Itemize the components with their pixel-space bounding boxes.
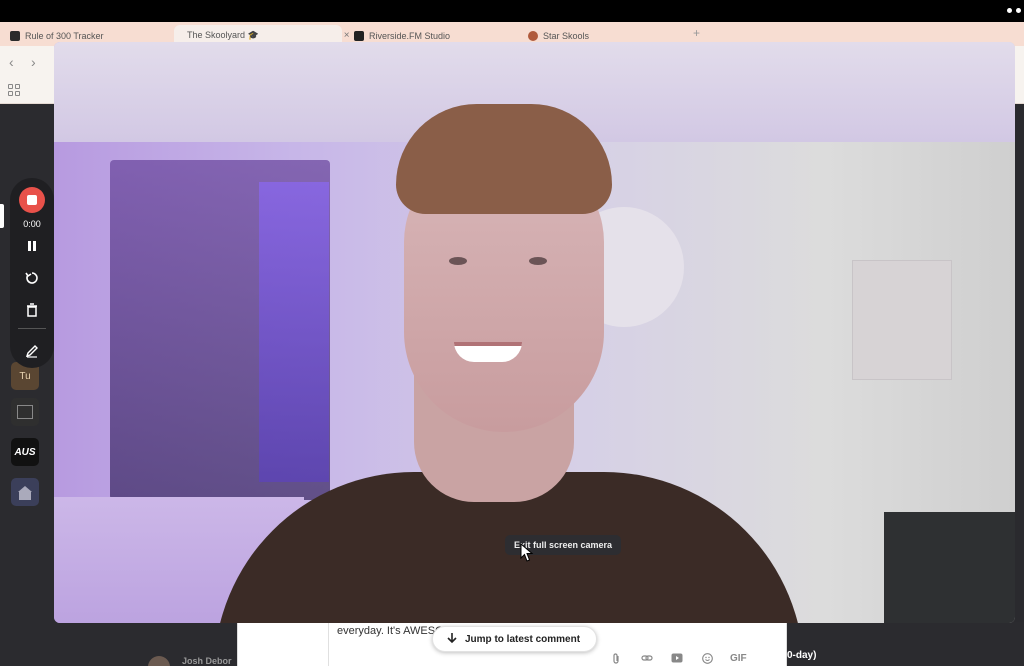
jump-to-latest-comment-button[interactable]: Jump to latest comment: [432, 626, 598, 652]
person-smile: [454, 342, 522, 362]
star-skools-favicon-icon: [528, 30, 538, 41]
restart-icon[interactable]: [24, 270, 40, 286]
recording-timer: 0:00: [23, 219, 41, 229]
comment-input[interactable]: everyday. It's AWESO: [337, 625, 444, 637]
gif-button[interactable]: GIF: [730, 653, 747, 664]
attach-icon[interactable]: [611, 653, 621, 666]
apps-grid-icon[interactable]: [8, 84, 20, 96]
back-icon[interactable]: ‹: [9, 54, 14, 70]
arrow-down-icon: [447, 632, 457, 647]
active-indicator: [0, 204, 4, 228]
person-hair: [396, 104, 612, 214]
new-tab-icon[interactable]: +: [693, 26, 700, 40]
tab-label: Riverside.FM Studio: [369, 30, 451, 41]
recording-toolbar: 0:00: [10, 178, 54, 368]
status-dot: [1016, 8, 1021, 13]
composer-divider: [328, 623, 329, 666]
status-dot: [1007, 8, 1012, 13]
system-top-bar: [0, 0, 1024, 22]
comment-author-name[interactable]: Josh Debor: [182, 656, 232, 666]
rule-of-300-favicon-icon: [10, 30, 20, 41]
mouse-cursor-icon: [520, 542, 534, 568]
person-eye: [449, 257, 467, 265]
tab-label: Star Skools: [543, 30, 590, 41]
home-app-icon[interactable]: [11, 478, 39, 506]
jump-button-label: Jump to latest comment: [465, 633, 581, 645]
screen: Rule of 300 Tracker The Skoolyard 🎓 × Ri…: [0, 0, 1024, 666]
emoji-icon[interactable]: [702, 653, 713, 666]
video-icon[interactable]: [671, 653, 683, 666]
calendar-app-icon[interactable]: [11, 398, 39, 426]
video-wall-frame: [852, 260, 952, 380]
pause-icon[interactable]: [24, 238, 40, 254]
delete-icon[interactable]: [24, 302, 40, 318]
stop-recording-button[interactable]: [19, 187, 45, 213]
toolbar-divider: [18, 328, 46, 329]
link-icon[interactable]: [641, 653, 653, 666]
aus-app-icon[interactable]: AUS: [11, 438, 39, 466]
draw-icon[interactable]: [24, 343, 40, 359]
video-light: [259, 182, 329, 482]
tab-label: Rule of 300 Tracker: [25, 30, 104, 41]
post-title-fragment: 0-day): [787, 650, 817, 661]
tab-label: The Skoolyard 🎓: [187, 30, 259, 40]
riverside-favicon-icon: [354, 30, 364, 41]
forward-icon[interactable]: ›: [31, 54, 36, 70]
video-monitor: [884, 512, 1015, 623]
person-eye: [529, 257, 547, 265]
stop-icon: [27, 195, 37, 205]
